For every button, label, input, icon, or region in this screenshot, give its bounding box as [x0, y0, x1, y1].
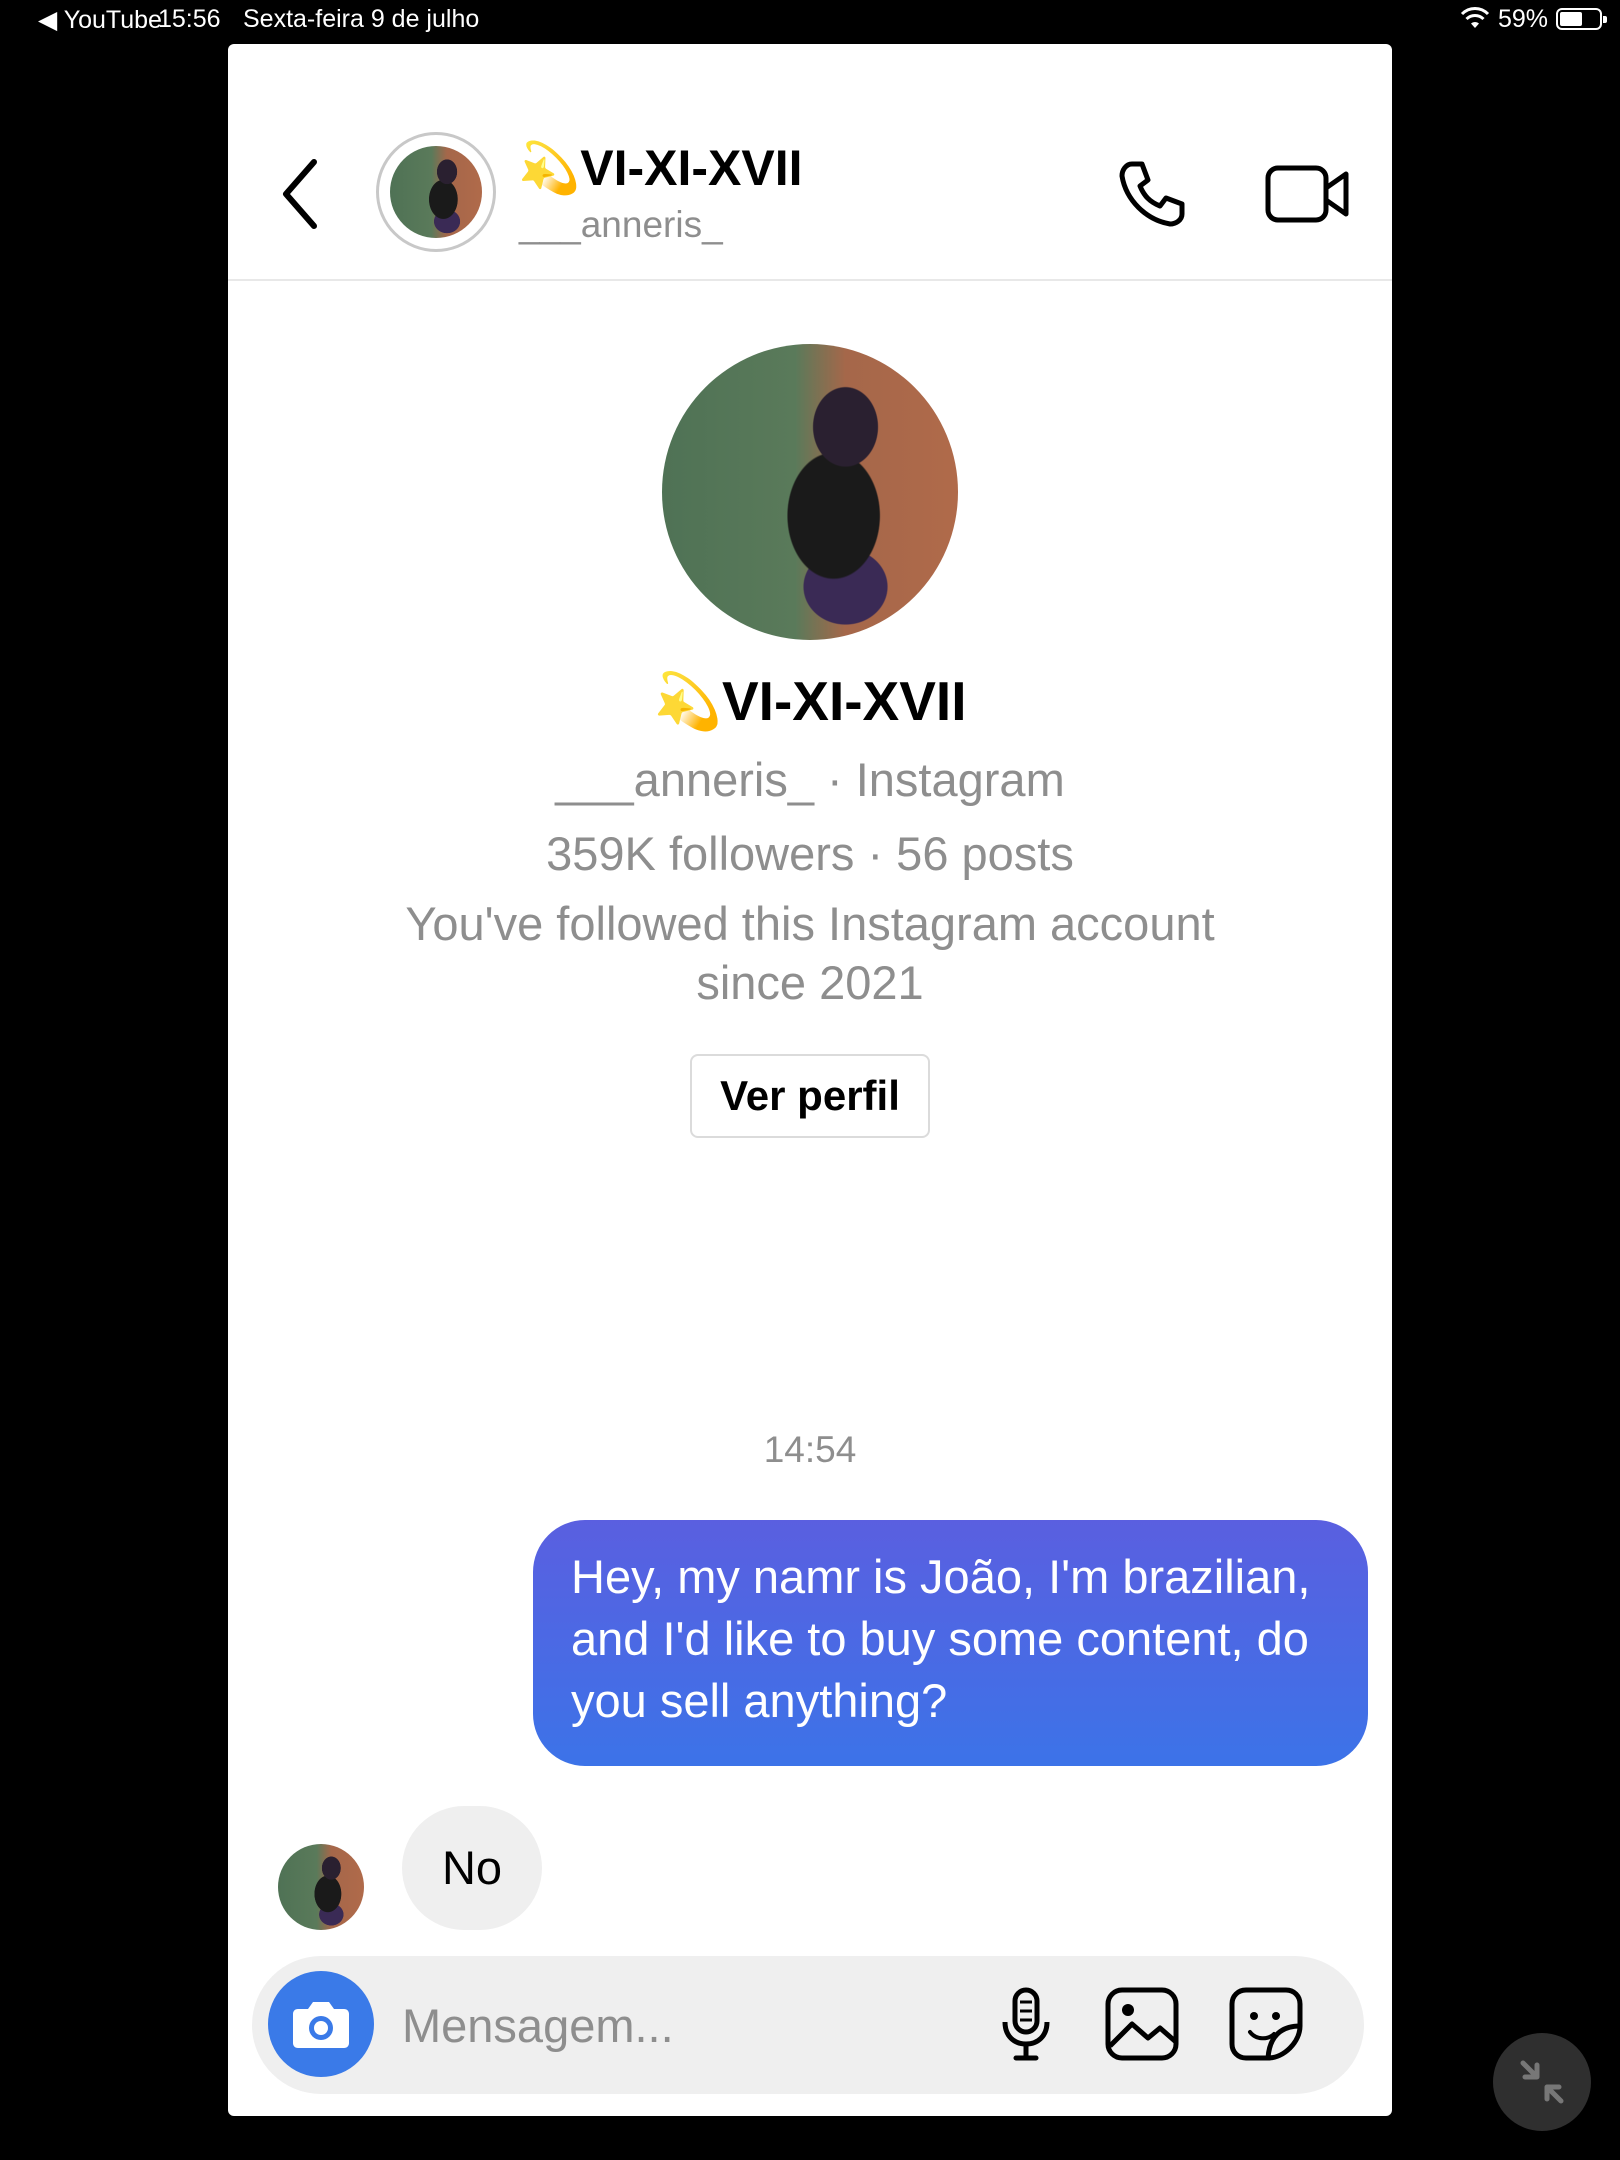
outgoing-message-text: Hey, my namr is João, I'm brazilian, and…	[571, 1550, 1311, 1727]
video-camera-icon[interactable]	[1264, 154, 1354, 234]
chat-window: 💫VI-XI-XVII ___anneris_ 💫VI-XI-XVII ___a…	[228, 44, 1392, 2116]
minimize-arrows-icon[interactable]	[1493, 2033, 1591, 2131]
outgoing-message-bubble[interactable]: Hey, my namr is João, I'm brazilian, and…	[533, 1520, 1368, 1766]
status-time: 15:56	[158, 5, 221, 33]
header-username[interactable]: ___anneris_	[519, 204, 723, 246]
message-composer	[252, 1956, 1364, 2094]
chat-header: 💫VI-XI-XVII ___anneris_	[228, 44, 1392, 281]
wifi-icon	[1460, 6, 1490, 30]
message-input[interactable]	[402, 1994, 842, 2056]
view-profile-button[interactable]: Ver perfil	[690, 1054, 930, 1138]
profile-display-name: 💫VI-XI-XVII	[653, 670, 967, 732]
profile-avatar[interactable]	[662, 344, 958, 640]
battery-percent: 59%	[1498, 5, 1549, 33]
message-timestamp: 14:54	[763, 1429, 857, 1470]
battery-icon	[1556, 8, 1607, 30]
profile-stats: 359K followers · 56 posts	[546, 827, 1074, 880]
microphone-icon[interactable]	[996, 1984, 1056, 2064]
camera-icon[interactable]	[268, 1971, 374, 2077]
sticker-icon[interactable]	[1228, 1986, 1304, 2062]
status-date: Sexta-feira 9 de julho	[243, 5, 480, 33]
header-avatar[interactable]	[390, 146, 482, 238]
profile-subtitle: ___anneris_ · Instagram	[555, 753, 1065, 806]
incoming-message-bubble[interactable]: No	[402, 1806, 542, 1930]
gallery-icon[interactable]	[1104, 1986, 1180, 2062]
status-bar: ◀ YouTube 15:56 Sexta-feira 9 de julho 5…	[0, 0, 1620, 40]
sender-avatar[interactable]	[278, 1844, 364, 1930]
back-to-app-link[interactable]: ◀ YouTube	[38, 5, 162, 35]
phone-icon[interactable]	[1112, 154, 1192, 234]
back-button[interactable]	[278, 154, 328, 234]
header-display-name[interactable]: 💫VI-XI-XVII	[518, 139, 803, 198]
followed-since-note: You've followed this Instagram account s…	[405, 897, 1215, 1009]
